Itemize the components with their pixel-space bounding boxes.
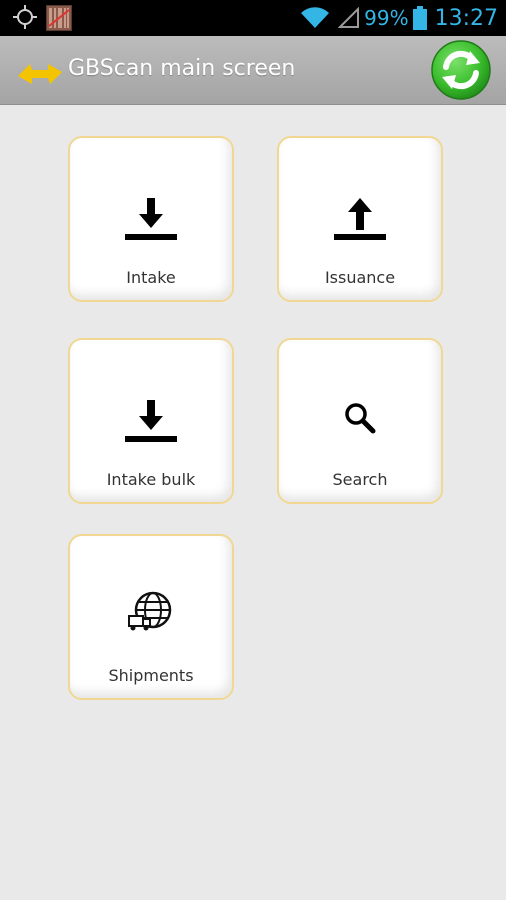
app-logo-icon[interactable] xyxy=(16,58,64,88)
barcode-notification-icon xyxy=(46,5,72,31)
refresh-button[interactable] xyxy=(430,39,492,101)
issuance-button[interactable]: Issuance xyxy=(277,136,443,302)
intake-bulk-label: Intake bulk xyxy=(106,470,196,489)
shipments-label: Shipments xyxy=(108,666,194,685)
signal-icon xyxy=(338,7,360,28)
download-arrow-icon xyxy=(125,400,177,442)
action-bar: GBScan main screen xyxy=(0,36,506,105)
search-label: Search xyxy=(332,470,388,489)
page-title: GBScan main screen xyxy=(68,56,296,81)
intake-button[interactable]: Intake xyxy=(68,136,234,302)
issuance-label: Issuance xyxy=(324,268,396,287)
search-icon xyxy=(345,403,376,434)
globe-truck-icon xyxy=(128,591,172,631)
intake-label: Intake xyxy=(126,268,176,287)
main-screen: 99% 13:27 GBScan main screen Intake Issu… xyxy=(0,0,506,900)
status-right-group: 99% 13:27 xyxy=(300,0,498,36)
clock: 13:27 xyxy=(434,5,498,31)
search-button[interactable]: Search xyxy=(277,338,443,504)
intake-bulk-button[interactable]: Intake bulk xyxy=(68,338,234,504)
battery-icon xyxy=(412,6,427,30)
shipments-button[interactable]: Shipments xyxy=(68,534,234,700)
wifi-icon xyxy=(301,7,330,29)
status-bar: 99% 13:27 xyxy=(0,0,506,36)
battery-percent: 99% xyxy=(364,6,409,30)
download-arrow-icon xyxy=(125,198,177,240)
gps-icon xyxy=(13,5,37,29)
upload-arrow-icon xyxy=(334,198,386,240)
